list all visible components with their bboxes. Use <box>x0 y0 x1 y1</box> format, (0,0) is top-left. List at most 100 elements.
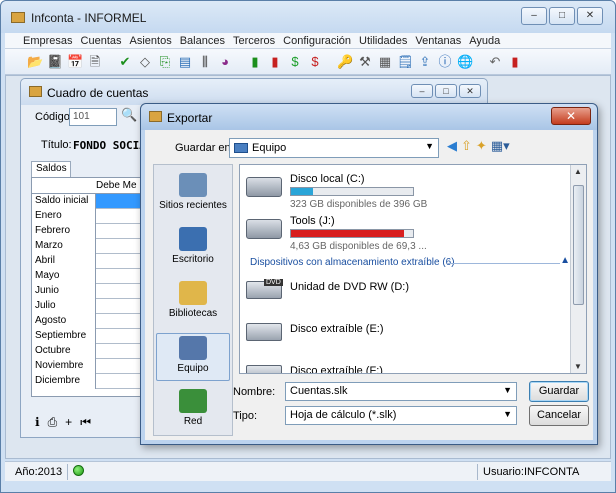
dollar-green-icon[interactable]: $ <box>287 54 303 70</box>
open-folder-icon[interactable]: 📂 <box>27 54 43 70</box>
computer-icon <box>234 143 248 153</box>
view-menu-icon[interactable]: ▦▾ <box>491 138 510 154</box>
chevron-down-icon[interactable]: ▼ <box>503 409 512 419</box>
document-icon[interactable]: 🗎 <box>87 54 103 70</box>
exportar-title: Exportar <box>167 111 213 125</box>
place-equipo[interactable]: Equipo <box>156 333 230 381</box>
save-in-select[interactable]: Equipo ▼ <box>229 138 439 158</box>
place-bibliotecas[interactable]: Bibliotecas <box>156 279 230 327</box>
child-close-button[interactable]: ✕ <box>459 84 481 98</box>
close-button[interactable]: ✕ <box>577 7 603 25</box>
drive-item[interactable]: Tools (J:) 4,63 GB disponibles de 69,3 ..… <box>246 211 566 252</box>
row-label: Abril <box>32 254 96 269</box>
dialog-close-button[interactable]: ✕ <box>551 107 591 125</box>
book-red-icon[interactable]: ▮ <box>267 54 283 70</box>
filetype-value: Hoja de cálculo (*.slk) <box>290 409 397 421</box>
child-minimize-button[interactable]: – <box>411 84 433 98</box>
hard-drive-icon <box>246 219 282 239</box>
filename-input[interactable]: Cuentas.slk ▼ <box>285 382 517 401</box>
calendar-icon[interactable]: 📅 <box>67 54 83 70</box>
info-icon[interactable]: ℹ <box>35 415 40 430</box>
calculator-icon[interactable]: ▦ <box>377 54 393 70</box>
columns-icon[interactable]: ⫼ <box>197 54 213 70</box>
first-record-icon[interactable]: ⏮ <box>80 415 91 430</box>
copy-icon[interactable]: ⎘ <box>157 54 173 70</box>
exportar-body: Guardar en: Equipo ▼ ◀ ⇧ ✦ ▦▾ Sitios rec… <box>145 130 593 440</box>
status-year: Año:2013 <box>15 466 63 478</box>
report-icon[interactable]: 🗒 <box>397 54 414 70</box>
menu-balances[interactable]: Balances <box>176 33 229 48</box>
removable-drive-item[interactable]: DVD Unidad de DVD RW (D:) <box>246 277 546 313</box>
menu-terceros[interactable]: Terceros <box>229 33 279 48</box>
search-icon[interactable]: 🔍 <box>121 107 137 123</box>
maximize-button[interactable]: □ <box>549 7 575 25</box>
menu-configuracion[interactable]: Configuración <box>279 33 355 48</box>
desktop-icon <box>179 227 207 251</box>
row-label: Junio <box>32 284 96 299</box>
removable-drive-item[interactable]: Disco extraíble (F:) <box>246 361 546 373</box>
minimize-button[interactable]: – <box>521 7 547 25</box>
globe-search-icon[interactable]: 🌐 <box>457 54 473 70</box>
menubar: Empresas Cuentas Asientos Balances Terce… <box>5 33 611 49</box>
pie-chart-icon[interactable]: ◕ <box>217 54 233 70</box>
chevron-down-icon[interactable]: ▼ <box>503 385 512 395</box>
ledger-icon[interactable]: ▤ <box>177 54 193 70</box>
row-label: Octubre <box>32 344 96 359</box>
add-record-icon[interactable]: + <box>65 415 72 430</box>
drive-usage-fill <box>291 188 313 195</box>
save-in-value: Equipo <box>252 142 287 154</box>
place-escritorio[interactable]: Escritorio <box>156 225 230 273</box>
tab-saldos[interactable]: Saldos <box>31 161 71 177</box>
drive-item[interactable]: Disco local (C:) 323 GB disponibles de 39… <box>246 169 566 210</box>
child-maximize-button[interactable]: □ <box>435 84 457 98</box>
tools-icon[interactable]: ⚒ <box>357 54 373 70</box>
book-green-icon[interactable]: ▮ <box>247 54 263 70</box>
info-icon[interactable]: ⓘ <box>437 54 453 70</box>
menu-utilidades[interactable]: Utilidades <box>355 33 411 48</box>
removable-group-header[interactable]: Dispositivos con almacenamiento extraíbl… <box>250 255 576 268</box>
drive-usage-fill <box>291 230 405 237</box>
new-folder-icon[interactable]: ✦ <box>476 138 487 154</box>
row-label: Agosto <box>32 314 96 329</box>
statusbar: Año:2013 Usuario:INFCONTA <box>5 461 611 481</box>
window-icon <box>149 111 162 122</box>
record-navigator: ℹ ⎙ + ⏮ <box>35 415 91 430</box>
menu-ayuda[interactable]: Ayuda <box>465 33 504 48</box>
status-ok-icon <box>73 465 84 476</box>
folder-nav-icons: ◀ ⇧ ✦ ▦▾ <box>447 138 510 154</box>
filetype-select[interactable]: Hoja de cálculo (*.slk) ▼ <box>285 406 517 425</box>
app-icon <box>11 12 25 23</box>
menu-asientos[interactable]: Asientos <box>126 33 176 48</box>
exportar-dialog: Exportar ✕ Guardar en: Equipo ▼ ◀ ⇧ ✦ ▦▾… <box>140 103 598 445</box>
scroll-up-icon[interactable]: ▲ <box>574 167 582 176</box>
column-debe: Debe Me <box>96 180 137 191</box>
removable-drive-item[interactable]: Disco extraíble (E:) <box>246 319 546 355</box>
place-sitios-recientes[interactable]: Sitios recientes <box>156 171 230 219</box>
chevron-up-icon[interactable]: ▲ <box>560 255 570 266</box>
menu-ventanas[interactable]: Ventanas <box>411 33 465 48</box>
menu-empresas[interactable]: Empresas <box>19 33 77 48</box>
network-icon <box>179 389 207 413</box>
undo-icon[interactable]: ↶ <box>487 54 503 70</box>
exit-door-icon[interactable]: ▮ <box>507 54 523 70</box>
guardar-button[interactable]: Guardar <box>529 381 589 402</box>
cancelar-button[interactable]: Cancelar <box>529 405 589 426</box>
row-label: Febrero <box>32 224 96 239</box>
row-label: Diciembre <box>32 374 96 389</box>
scroll-thumb[interactable] <box>573 185 584 305</box>
diamond-icon[interactable]: ◇ <box>137 54 153 70</box>
scroll-down-icon[interactable]: ▼ <box>574 362 582 371</box>
checkmark-icon[interactable]: ✔ <box>117 54 133 70</box>
export-icon[interactable]: ⇪ <box>417 54 433 70</box>
file-list-scrollbar[interactable]: ▲ ▼ <box>570 165 586 373</box>
key-icon[interactable]: 🔑 <box>337 54 353 70</box>
dollar-red-icon[interactable]: $ <box>307 54 323 70</box>
notebook-icon[interactable]: 📓 <box>47 54 63 70</box>
codigo-input[interactable]: 101 <box>69 108 117 126</box>
back-icon[interactable]: ◀ <box>447 138 457 154</box>
menu-cuentas[interactable]: Cuentas <box>77 33 126 48</box>
up-folder-icon[interactable]: ⇧ <box>461 138 472 154</box>
print-icon[interactable]: ⎙ <box>48 415 58 430</box>
app-title: Infconta - INFORMEL <box>31 11 147 25</box>
place-red[interactable]: Red <box>156 387 230 435</box>
